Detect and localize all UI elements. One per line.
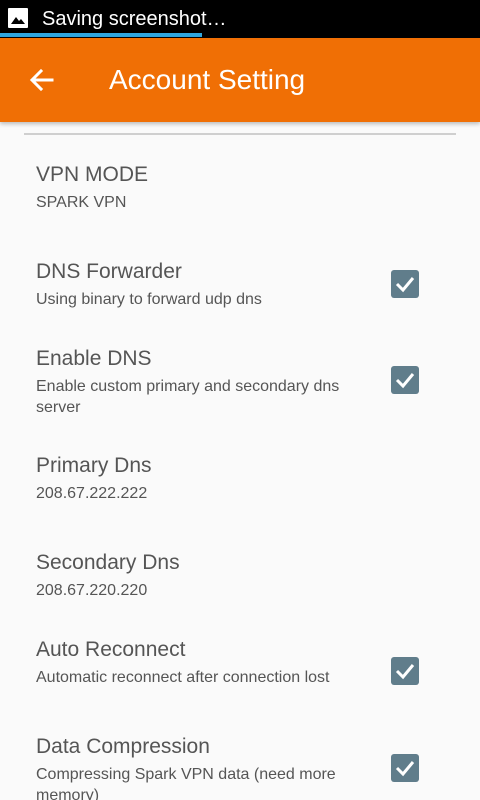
check-icon xyxy=(395,373,415,389)
page-title: Account Setting xyxy=(109,64,306,95)
enable-dns-checkbox[interactable] xyxy=(391,366,419,394)
pref-title: DNS Forwarder xyxy=(36,260,182,283)
pref-summary: 208.67.220.220 xyxy=(36,582,148,599)
progress-fill xyxy=(0,33,202,37)
pref-title: VPN MODE xyxy=(36,163,149,186)
pref-enable-dns[interactable]: Enable DNS Enable custom primary and sec… xyxy=(0,346,480,426)
data-compression-checkbox[interactable] xyxy=(391,754,419,782)
pref-vpn-mode[interactable]: VPN MODE SPARK VPN xyxy=(0,162,480,232)
pref-title: Primary Dns xyxy=(36,454,152,477)
pref-title: Secondary Dns xyxy=(36,551,180,574)
app-bar: Account Setting xyxy=(0,38,480,122)
dns-forwarder-checkbox[interactable] xyxy=(391,270,419,298)
arrow-left-icon[interactable] xyxy=(26,64,58,96)
pref-secondary-dns[interactable]: Secondary Dns 208.67.220.220 xyxy=(0,550,480,620)
pref-summary: 208.67.222.222 xyxy=(36,485,148,502)
check-icon xyxy=(395,664,415,680)
auto-reconnect-checkbox[interactable] xyxy=(391,657,419,685)
divider xyxy=(24,133,456,135)
pref-dns-forwarder[interactable]: DNS Forwarder Using binary to forward ud… xyxy=(0,259,480,329)
pref-summary: Using binary to forward udp dns xyxy=(36,291,262,308)
pref-summary: Compressing Spark VPN data (need more me… xyxy=(36,766,336,800)
pref-title: Auto Reconnect xyxy=(36,638,186,661)
pref-summary: SPARK VPN xyxy=(36,194,127,211)
pref-title: Enable DNS xyxy=(36,347,152,370)
pref-data-compression[interactable]: Data Compression Compressing Spark VPN d… xyxy=(0,734,480,800)
image-icon xyxy=(8,8,28,28)
pref-primary-dns[interactable]: Primary Dns 208.67.222.222 xyxy=(0,453,480,523)
pref-title: Data Compression xyxy=(36,735,210,758)
check-icon xyxy=(395,277,415,293)
pref-auto-reconnect[interactable]: Auto Reconnect Automatic reconnect after… xyxy=(0,637,480,717)
check-icon xyxy=(395,761,415,777)
status-bar: Saving screenshot… xyxy=(0,0,480,38)
pref-summary: Enable custom primary and secondary dns … xyxy=(36,378,340,416)
pref-summary: Automatic reconnect after connection los… xyxy=(36,669,330,686)
progress-bar xyxy=(0,33,480,37)
status-bar-text: Saving screenshot… xyxy=(42,8,227,30)
